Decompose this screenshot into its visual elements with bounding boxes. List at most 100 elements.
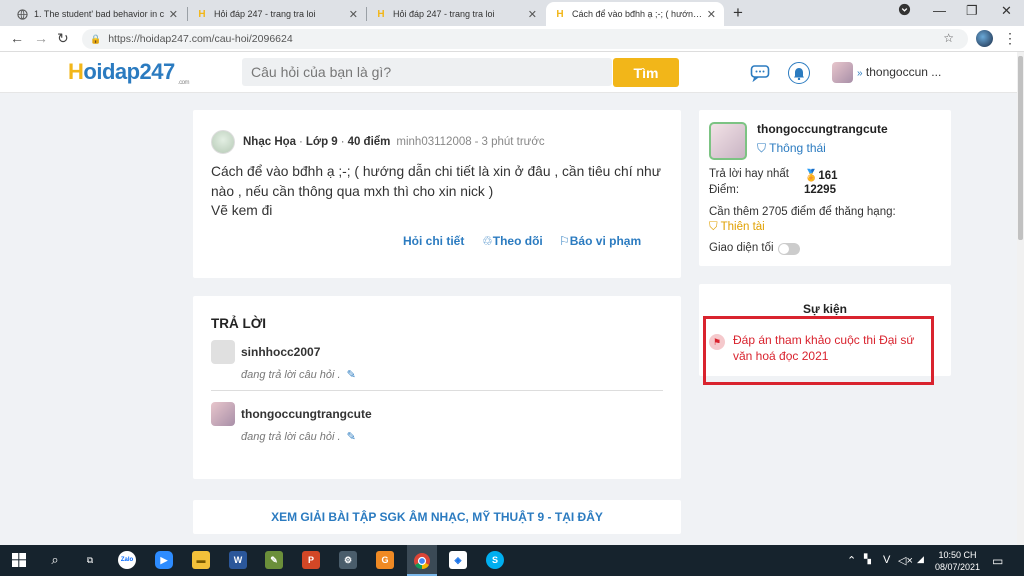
answerer-avatar bbox=[211, 340, 235, 364]
badge-icon: ⛉ bbox=[709, 221, 718, 233]
browser-tab-2[interactable]: H Hỏi đáp 247 - trang tra loi ✕ bbox=[188, 2, 366, 26]
question-line: Cách để vào bđhh ạ ;-; ( hướng dẫn chi t… bbox=[211, 164, 661, 179]
question-meta: Nhạc Họa · Lớp 9 · 40 điểm minh03112008 … bbox=[211, 130, 545, 154]
clock-date: 08/07/2021 bbox=[935, 562, 981, 572]
profile-rank: ⛉ Thông thái bbox=[757, 141, 826, 156]
windows-start-icon[interactable] bbox=[10, 551, 28, 569]
restore-icon[interactable]: ❐ bbox=[966, 3, 978, 19]
browser-tab-3[interactable]: H Hỏi đáp 247 - trang tra loi ✕ bbox=[367, 2, 545, 26]
follow-label: Theo dõi bbox=[492, 234, 543, 248]
tab-title: Hỏi đáp 247 - trang tra loi bbox=[393, 9, 495, 19]
next-rank: ⛉ Thiên tài bbox=[709, 221, 765, 234]
chevron-down-icon: » bbox=[857, 68, 863, 79]
answerer-name: thongoccungtrangcute bbox=[241, 407, 372, 421]
question-author[interactable]: minh03112008 bbox=[396, 136, 471, 148]
mail-app-icon[interactable]: G bbox=[376, 551, 394, 569]
question-points: 40 điểm bbox=[347, 136, 391, 148]
question-body: Cách để vào bđhh ạ ;-; ( hướng dẫn chi t… bbox=[211, 162, 673, 221]
report-button[interactable]: ⚐Báo vi phạm bbox=[559, 234, 641, 248]
answerer-avatar bbox=[211, 402, 235, 426]
powerpoint-icon[interactable]: P bbox=[302, 551, 320, 569]
new-tab-icon[interactable]: + bbox=[733, 3, 743, 23]
logo-subtext: .com bbox=[178, 80, 190, 86]
windows-taskbar: ⌕ ⧉ Zalo ▶ ▬ W ✎ P ⚙ G ◈ S ⌃ ▚ V ◁× ◢ ▭ bbox=[0, 545, 1024, 576]
promo-banner: XEM GIẢI BÀI TẬP SGK ÂM NHẠC, MỸ THUẬT 9… bbox=[193, 500, 681, 534]
volume-icon[interactable]: ◁× bbox=[898, 554, 913, 567]
points-label: Điểm: bbox=[709, 184, 740, 196]
chrome-taskbar-icon[interactable] bbox=[407, 545, 437, 576]
skype-icon[interactable]: S bbox=[486, 551, 504, 569]
tab-title: Hỏi đáp 247 - trang tra loi bbox=[214, 9, 316, 19]
file-explorer-icon[interactable]: ▬ bbox=[192, 551, 210, 569]
toggle-knob bbox=[779, 244, 789, 254]
answer-item[interactable]: sinhhocc2007 bbox=[211, 340, 320, 364]
hoidap-icon: H bbox=[377, 8, 385, 20]
close-tab-icon[interactable]: ✕ bbox=[169, 8, 178, 21]
site-header: Hoidap247 .com Câu hỏi của bạn là gì? Tì… bbox=[0, 52, 1024, 93]
dark-mode-toggle[interactable] bbox=[778, 243, 800, 255]
question-subject[interactable]: Nhạc Họa bbox=[243, 136, 296, 148]
notification-bell-icon[interactable] bbox=[788, 62, 810, 84]
answer-status: đang trả lời câu hỏi . ✎ bbox=[241, 368, 356, 381]
url-field[interactable]: 🔒 https://hoidap247.com/cau-hoi/2096624 … bbox=[82, 29, 968, 49]
search-button[interactable]: Tìm bbox=[613, 58, 679, 87]
close-tab-icon[interactable]: ✕ bbox=[349, 8, 358, 21]
best-answers-label: Trả lời hay nhất bbox=[709, 168, 789, 180]
meta-separator: - bbox=[474, 136, 479, 148]
follow-button[interactable]: ♲Theo dõi bbox=[482, 234, 543, 248]
logo-letter: H bbox=[68, 59, 84, 84]
back-icon[interactable]: ← bbox=[10, 30, 24, 46]
answer-item[interactable]: thongoccungtrangcute bbox=[211, 402, 372, 426]
browser-tab-1[interactable]: 1. The student' bad behavior in c ✕ bbox=[8, 2, 186, 26]
logo-text: oidap247 bbox=[83, 59, 175, 84]
settings-tool-icon[interactable]: ⚙ bbox=[339, 551, 357, 569]
asker-avatar[interactable] bbox=[211, 130, 235, 154]
page-scrollbar-thumb[interactable] bbox=[1018, 56, 1023, 240]
search-input[interactable]: Câu hỏi của bạn là gì? bbox=[242, 58, 612, 86]
tray-expand-icon[interactable]: ⌃ bbox=[847, 554, 856, 567]
header-user-avatar[interactable] bbox=[832, 62, 853, 83]
question-time: 3 phút trước bbox=[481, 136, 545, 148]
profile-avatar[interactable] bbox=[709, 122, 747, 160]
next-rank-label: Thiên tài bbox=[720, 221, 765, 233]
answer-status-text: đang trả lời câu hỏi . bbox=[241, 431, 341, 443]
site-logo[interactable]: Hoidap247 .com bbox=[68, 59, 190, 86]
tab-title: Cách để vào bđhh ạ ;-; ( hướng d bbox=[572, 9, 703, 19]
app-icon[interactable]: ◈ bbox=[449, 551, 467, 569]
header-user-menu[interactable]: » thongoccun ... bbox=[857, 65, 941, 79]
answer-status: đang trả lời câu hỏi . ✎ bbox=[241, 430, 356, 443]
answers-card: TRẢ LỜI sinhhocc2007 đang trả lời câu hỏ… bbox=[193, 296, 681, 479]
bookmark-star-icon[interactable]: ☆ bbox=[943, 31, 954, 45]
word-icon[interactable]: W bbox=[229, 551, 247, 569]
notification-center-icon[interactable]: ▭ bbox=[992, 554, 1003, 568]
zalo-icon[interactable]: Zalo bbox=[118, 551, 136, 569]
dark-mode-label: Giao diện tối bbox=[709, 242, 774, 254]
minimize-icon[interactable]: — bbox=[933, 3, 946, 18]
question-grade[interactable]: Lớp 9 bbox=[306, 136, 338, 148]
close-window-icon[interactable]: ✕ bbox=[1001, 3, 1012, 19]
reload-icon[interactable]: ↻ bbox=[57, 30, 69, 47]
forward-icon[interactable]: → bbox=[34, 30, 48, 46]
close-tab-icon[interactable]: ✕ bbox=[528, 8, 537, 21]
sgk-link[interactable]: XEM GIẢI BÀI TẬP SGK ÂM NHẠC, MỸ THUẬT 9… bbox=[193, 500, 681, 534]
tab-search-icon[interactable] bbox=[898, 3, 911, 19]
browser-profile-avatar[interactable] bbox=[976, 30, 993, 47]
browser-menu-icon[interactable]: ⋮ bbox=[1003, 30, 1017, 47]
medal-icon: 🏅 bbox=[804, 170, 819, 182]
question-line: nào , nếu cần thông qua mxh thì cho xin … bbox=[211, 183, 494, 199]
paint-icon[interactable]: ✎ bbox=[265, 551, 283, 569]
network-icon[interactable]: ▚ bbox=[864, 554, 871, 565]
language-indicator[interactable]: V bbox=[883, 554, 890, 566]
browser-tab-4-active[interactable]: H Cách để vào bđhh ạ ;-; ( hướng d ✕ bbox=[546, 2, 724, 26]
profile-name[interactable]: thongoccungtrangcute bbox=[757, 122, 888, 136]
ask-detail-button[interactable]: Hỏi chi tiết bbox=[403, 234, 464, 248]
task-view-icon[interactable]: ⧉ bbox=[81, 551, 99, 569]
close-tab-icon[interactable]: ✕ bbox=[707, 8, 716, 21]
chat-icon[interactable] bbox=[749, 62, 771, 84]
points-value: 12295 bbox=[804, 184, 836, 196]
search-icon[interactable]: ⌕ bbox=[46, 551, 64, 569]
taskbar-clock[interactable]: 10:50 CH 08/07/2021 bbox=[935, 549, 980, 573]
wifi-icon[interactable]: ◢ bbox=[917, 554, 924, 565]
zoom-icon[interactable]: ▶ bbox=[155, 551, 173, 569]
url-text: https://hoidap247.com/cau-hoi/2096624 bbox=[108, 33, 293, 45]
